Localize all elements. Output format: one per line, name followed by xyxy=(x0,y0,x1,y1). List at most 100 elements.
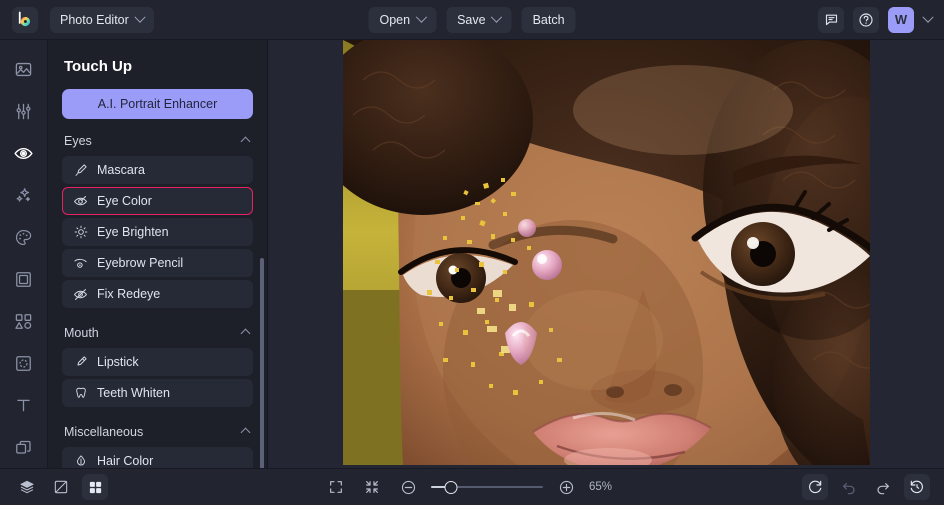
reset-icon xyxy=(809,480,822,494)
chevron-down-icon xyxy=(134,11,146,23)
tool-item-eyebrow-pencil[interactable]: Eyebrow Pencil xyxy=(62,249,253,277)
ai-portrait-enhancer-button[interactable]: A.I. Portrait Enhancer xyxy=(62,89,253,119)
droplet-icon xyxy=(73,454,88,469)
adjust-sliders-icon xyxy=(16,103,31,119)
layers-icon xyxy=(16,440,31,454)
question-circle-icon xyxy=(859,12,873,27)
panel-scrollbar[interactable] xyxy=(260,258,264,468)
group-title-eyes: Eyes xyxy=(64,134,92,148)
collapse-icon xyxy=(366,481,378,493)
compare-button[interactable] xyxy=(48,474,74,500)
user-avatar[interactable]: W xyxy=(888,6,914,33)
history-icon xyxy=(910,480,923,494)
help-button[interactable] xyxy=(853,6,879,33)
sidebar-item-graphics[interactable] xyxy=(7,304,41,338)
tool-label: Teeth Whiten xyxy=(97,386,170,400)
tool-item-eye-color[interactable]: Eye Color xyxy=(62,187,253,215)
open-button[interactable]: Open xyxy=(368,6,437,33)
eye-slash-icon xyxy=(73,287,88,302)
batch-button[interactable]: Batch xyxy=(521,6,576,33)
tooth-icon xyxy=(73,386,88,401)
bottom-left-tools xyxy=(14,474,108,500)
batch-button-label: Batch xyxy=(532,12,565,27)
open-button-label: Open xyxy=(379,12,411,27)
tool-item-lipstick[interactable]: Lipstick xyxy=(62,348,253,376)
tool-label: Eyebrow Pencil xyxy=(97,256,184,270)
eye-icon xyxy=(14,147,33,159)
compare-icon xyxy=(54,480,68,494)
overlay-focus-icon xyxy=(16,355,31,371)
top-bar: Photo Editor Open Save Batch W xyxy=(0,0,944,40)
slider-knob[interactable] xyxy=(444,480,458,494)
top-bar-actions: Open Save Batch xyxy=(368,6,576,33)
group-header-eyes[interactable]: Eyes xyxy=(62,119,253,156)
tool-item-eye-brighten[interactable]: Eye Brighten xyxy=(62,218,253,246)
tool-label: Eye Color xyxy=(97,194,152,208)
sidebar-item-effects[interactable] xyxy=(7,178,41,212)
photo-editor-app: Photo Editor Open Save Batch W Touch Up … xyxy=(0,0,944,505)
layers-stack-icon xyxy=(20,480,34,494)
zoom-level-value: 65% xyxy=(589,481,613,493)
canvas-area[interactable] xyxy=(268,40,944,468)
bottom-right-tools xyxy=(802,474,930,500)
zoom-slider[interactable] xyxy=(431,480,543,494)
tool-item-fix-redeye[interactable]: Fix Redeye xyxy=(62,280,253,308)
tool-item-mascara[interactable]: Mascara xyxy=(62,156,253,184)
palette-icon xyxy=(15,229,32,245)
tool-item-hair-color[interactable]: Hair Color xyxy=(62,447,253,468)
zoom-out-button[interactable] xyxy=(395,474,421,500)
fit-screen-button[interactable] xyxy=(323,474,349,500)
fit-screen-icon xyxy=(330,481,342,493)
redo-button[interactable] xyxy=(870,474,896,500)
befunky-logo[interactable] xyxy=(12,6,38,33)
tool-label: Hair Color xyxy=(97,454,154,468)
sidebar-item-artsy[interactable] xyxy=(7,220,41,254)
save-button[interactable]: Save xyxy=(446,6,512,33)
sidebar-item-overlays[interactable] xyxy=(7,346,41,380)
group-header-mouth[interactable]: Mouth xyxy=(62,311,253,348)
zoom-in-button[interactable] xyxy=(553,474,579,500)
text-icon xyxy=(17,399,30,411)
sidebar-item-image[interactable] xyxy=(7,52,41,86)
sidebar-item-frames[interactable] xyxy=(7,262,41,296)
app-switcher-label: Photo Editor xyxy=(60,12,129,27)
account-menu-toggle[interactable] xyxy=(922,11,934,24)
tool-rail xyxy=(0,40,48,468)
page-title: Touch Up xyxy=(64,58,133,75)
frame-icon xyxy=(16,271,31,287)
group-header-miscellaneous[interactable]: Miscellaneous xyxy=(62,410,253,447)
sidebar-item-layers[interactable] xyxy=(7,430,41,464)
redo-icon xyxy=(877,483,889,495)
app-body: Touch Up A.I. Portrait Enhancer Eyes Mas… xyxy=(0,40,944,468)
reset-button[interactable] xyxy=(802,474,828,500)
sidebar-item-touchup[interactable] xyxy=(7,136,41,170)
top-bar-right: W xyxy=(818,6,944,33)
zoom-in-icon xyxy=(559,480,573,494)
actual-size-button[interactable] xyxy=(359,474,385,500)
avatar-initial: W xyxy=(894,12,908,27)
grid-button[interactable] xyxy=(82,474,108,500)
sidebar-item-edit[interactable] xyxy=(7,94,41,128)
app-switcher[interactable]: Photo Editor xyxy=(50,6,154,33)
layers-stack-button[interactable] xyxy=(14,474,40,500)
touchup-panel: Touch Up A.I. Portrait Enhancer Eyes Mas… xyxy=(48,40,268,468)
chevron-up-icon xyxy=(240,328,251,338)
tool-item-teeth-whiten[interactable]: Teeth Whiten xyxy=(62,379,253,407)
chevron-up-icon xyxy=(240,136,251,146)
chevron-down-icon xyxy=(490,11,503,23)
chat-bubble-icon xyxy=(825,14,837,26)
tool-label: Eye Brighten xyxy=(97,225,169,239)
zoom-out-icon xyxy=(401,480,415,494)
chevron-down-icon xyxy=(415,11,427,23)
edited-photo[interactable] xyxy=(342,40,870,465)
undo-button[interactable] xyxy=(836,474,862,500)
mascara-brush-icon xyxy=(73,163,88,178)
sidebar-item-text[interactable] xyxy=(7,388,41,422)
history-button[interactable] xyxy=(904,474,930,500)
bottom-bar: 65% xyxy=(0,468,944,505)
chevron-down-icon xyxy=(922,11,934,23)
grid-icon xyxy=(89,481,101,493)
eyebrow-icon xyxy=(73,256,88,271)
tool-label: Mascara xyxy=(97,163,145,177)
feedback-button[interactable] xyxy=(818,6,844,33)
